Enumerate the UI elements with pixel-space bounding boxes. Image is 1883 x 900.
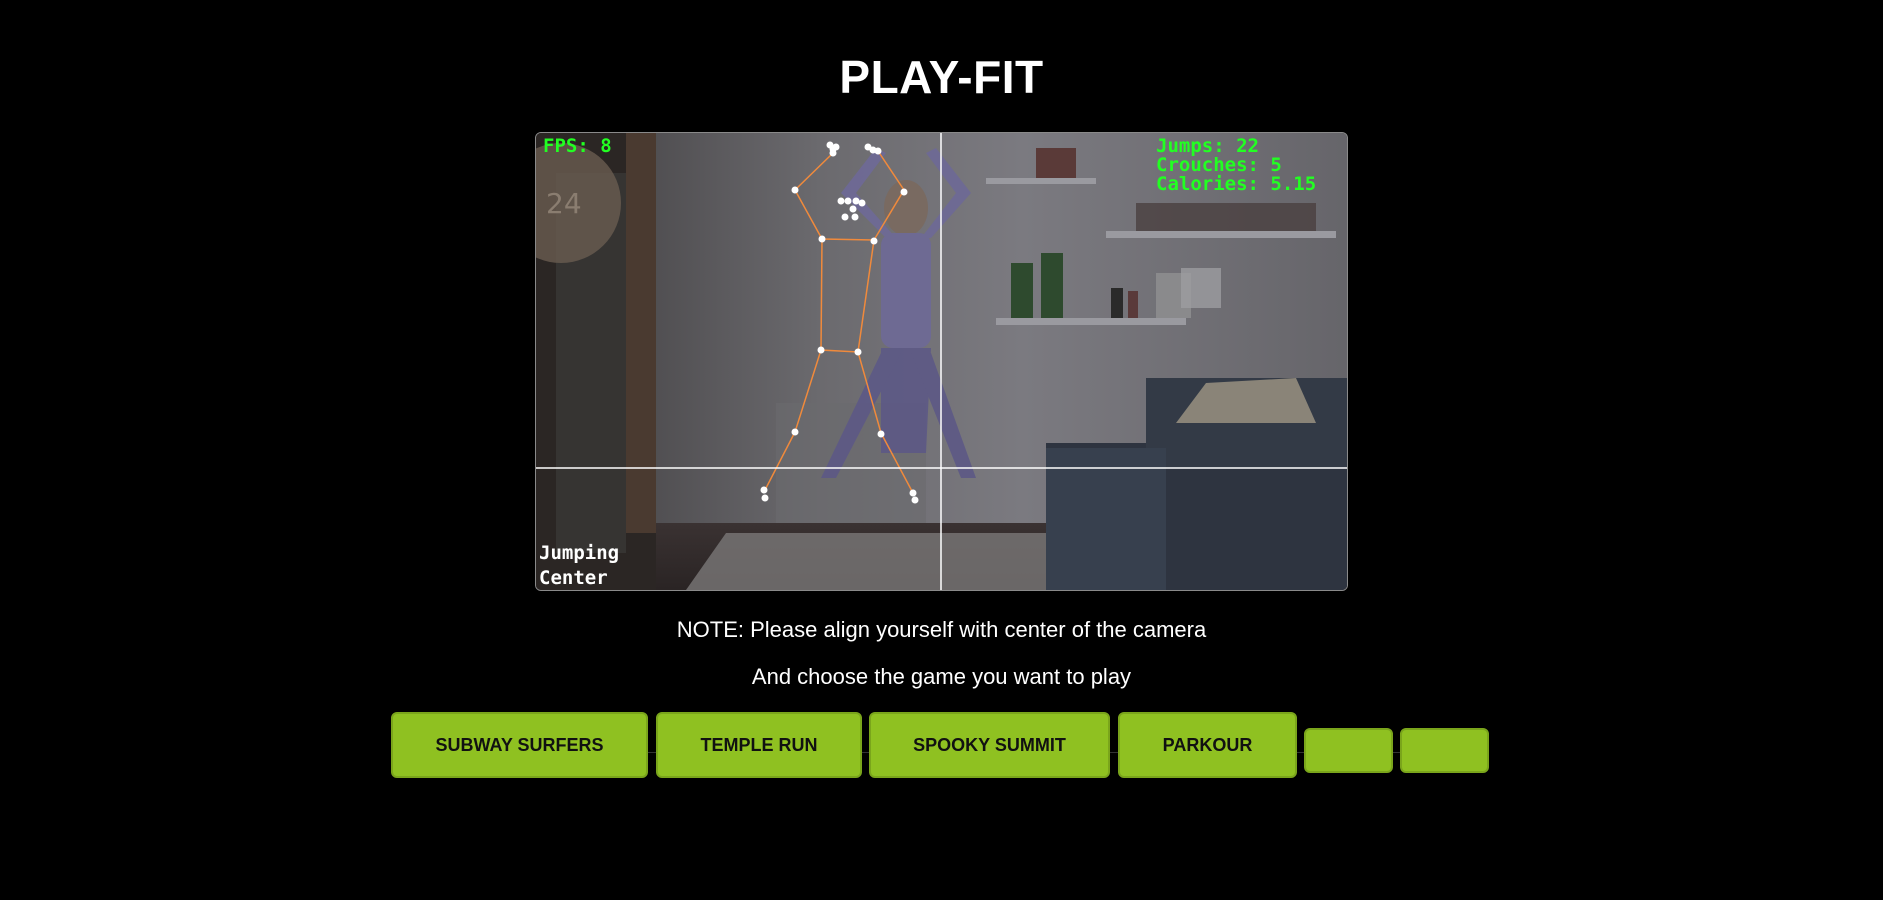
page: PLAY-FIT 24 FPS: 8 Jumps: 22 Crouches: 5…: [0, 0, 1883, 900]
game-button-6[interactable]: [1400, 728, 1489, 773]
camera-feed: 24 FPS: 8 Jumps: 22 Crouches: 5 Calories…: [535, 132, 1348, 591]
choose-game-text: And choose the game you want to play: [751, 664, 1132, 689]
alignment-note: NOTE: Please align yourself with center …: [676, 617, 1207, 642]
pose-status: Jumping Center: [539, 541, 620, 590]
camera-scene: 24: [536, 133, 1347, 590]
calories-count: Calories: 5.15: [1156, 173, 1317, 195]
svg-text:24: 24: [546, 187, 582, 220]
fps-counter: FPS: 8: [543, 135, 612, 157]
game-button-5[interactable]: [1304, 728, 1393, 773]
temple-run-button[interactable]: TEMPLE RUN: [656, 712, 862, 778]
parkour-button[interactable]: PARKOUR: [1118, 712, 1297, 778]
game-button-row: SUBWAY SURFERS TEMPLE RUN SPOOKY SUMMIT …: [390, 711, 1490, 778]
subway-surfers-button[interactable]: SUBWAY SURFERS: [391, 712, 648, 778]
pose-position: Center: [539, 567, 608, 589]
app-title: PLAY-FIT: [839, 51, 1044, 103]
pose-action: Jumping: [539, 542, 620, 564]
spooky-summit-button[interactable]: SPOOKY SUMMIT: [869, 712, 1110, 778]
stats-panel: Jumps: 22 Crouches: 5 Calories: 5.15: [1156, 137, 1316, 194]
